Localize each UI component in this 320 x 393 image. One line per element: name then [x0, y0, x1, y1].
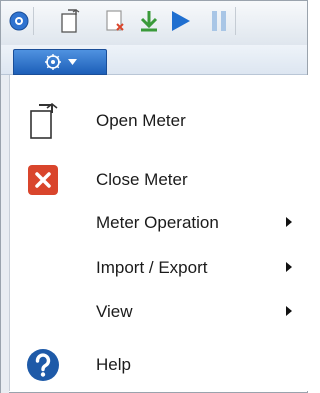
application-menu: Open Meter Close Meter Meter Operation I… [9, 75, 308, 391]
import-download-icon[interactable] [135, 7, 163, 35]
menu-item-close-meter[interactable]: Close Meter [10, 158, 308, 202]
toolbar-separator [235, 7, 236, 35]
pause-icon[interactable] [205, 7, 233, 35]
ribbon-tab-bar [1, 45, 307, 75]
menu-item-label: Help [96, 355, 131, 374]
menu-item-open-meter[interactable]: Open Meter [10, 99, 308, 143]
menu-item-help[interactable]: Help [10, 343, 308, 387]
gear-icon [44, 53, 62, 71]
menu-item-view[interactable]: View [10, 290, 308, 334]
application-menu-button[interactable] [13, 49, 107, 75]
chevron-down-icon [67, 59, 77, 65]
close-file-icon[interactable] [101, 7, 129, 35]
open-meter-icon [24, 102, 62, 140]
toolbar-separator [33, 7, 34, 35]
submenu-arrow-icon [286, 216, 292, 230]
menu-item-label: View [96, 302, 133, 321]
open-file-icon[interactable] [56, 7, 84, 35]
submenu-arrow-icon [286, 261, 292, 275]
menu-item-label: Open Meter [96, 111, 186, 130]
menu-item-label: Meter Operation [96, 213, 219, 232]
menu-item-meter-operation[interactable]: Meter Operation [10, 201, 308, 245]
play-icon[interactable] [166, 7, 194, 35]
menu-item-label: Import / Export [96, 258, 208, 277]
menu-left-strip [1, 75, 9, 393]
close-meter-icon [24, 161, 62, 199]
menu-item-label: Close Meter [96, 170, 188, 189]
help-icon [24, 346, 62, 384]
application-window: Open Meter Close Meter Meter Operation I… [0, 0, 308, 393]
menu-item-import-export[interactable]: Import / Export [10, 246, 308, 290]
quick-access-toolbar [1, 1, 307, 45]
submenu-arrow-icon [286, 305, 292, 319]
app-logo-icon[interactable] [5, 7, 33, 35]
